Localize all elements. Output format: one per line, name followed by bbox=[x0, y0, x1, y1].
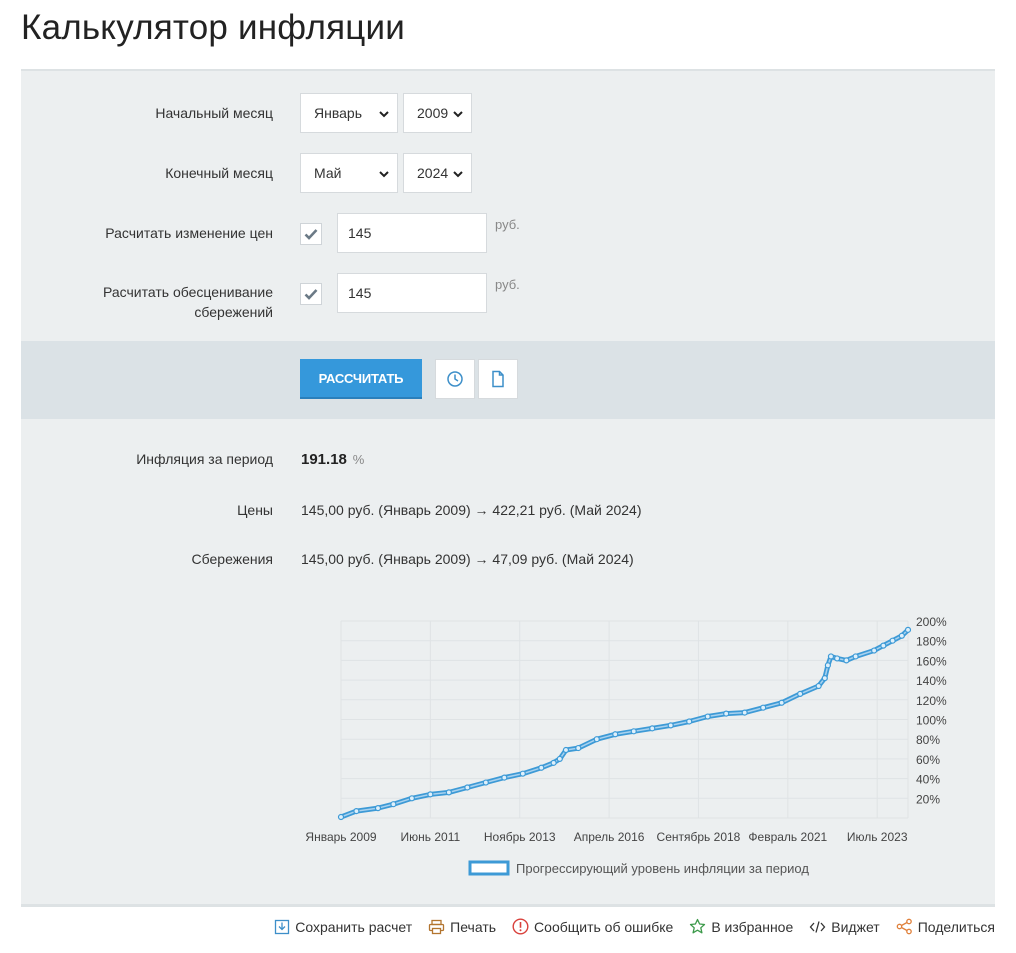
data-point bbox=[575, 744, 582, 752]
widget-link[interactable]: Виджет bbox=[809, 918, 880, 935]
chart-x-ticks: Январь 2009 Июнь 2011 Ноябрь 2013 Апрель 20… bbox=[305, 830, 907, 844]
data-point bbox=[760, 704, 767, 711]
legend-swatch bbox=[468, 860, 510, 876]
data-point bbox=[519, 770, 526, 777]
data-point bbox=[797, 690, 804, 697]
x-tick-label: Январь 2009 bbox=[305, 830, 376, 844]
data-point bbox=[427, 791, 434, 798]
data-point bbox=[649, 725, 656, 732]
data-point bbox=[834, 655, 841, 662]
y-tick-label: 180% bbox=[916, 635, 947, 649]
series-line bbox=[338, 627, 911, 820]
y-tick-label: 100% bbox=[916, 714, 947, 728]
data-point bbox=[556, 755, 563, 763]
legend-label: Прогрессирующий уровень инфляции за пери… bbox=[516, 861, 809, 876]
data-point bbox=[824, 662, 831, 669]
y-tick-label: 160% bbox=[916, 654, 947, 668]
data-point bbox=[408, 795, 415, 802]
data-point bbox=[374, 805, 382, 812]
chart-series bbox=[337, 626, 912, 821]
data-point bbox=[889, 637, 896, 644]
warning-circle-icon bbox=[512, 918, 529, 935]
data-point bbox=[880, 642, 887, 649]
y-tick-label: 40% bbox=[916, 773, 940, 787]
data-point bbox=[562, 746, 570, 754]
chart-y-ticks: 20% 40% 60% 80% 100% 120% 140% 160% 180% 200% bbox=[916, 615, 947, 806]
data-point bbox=[353, 808, 360, 815]
print-label: Печать bbox=[450, 918, 497, 935]
data-point bbox=[501, 774, 508, 781]
widget-label: Виджет bbox=[831, 918, 880, 935]
y-tick-label: 120% bbox=[916, 694, 947, 708]
data-point bbox=[852, 653, 859, 660]
y-tick-label: 200% bbox=[916, 615, 947, 629]
data-point bbox=[815, 682, 822, 690]
star-icon bbox=[690, 918, 706, 934]
share-label: Поделиться bbox=[917, 918, 995, 935]
code-icon bbox=[809, 920, 826, 933]
data-point bbox=[741, 709, 748, 716]
data-point bbox=[827, 653, 835, 660]
footer-links: Сохранить расчет Печать Сообщить об ошиб… bbox=[258, 918, 995, 935]
data-point bbox=[843, 657, 850, 664]
data-point bbox=[898, 632, 905, 639]
data-point bbox=[667, 722, 674, 729]
data-point bbox=[390, 801, 397, 808]
data-point bbox=[630, 728, 637, 735]
x-tick-label: Сентябрь 2018 bbox=[657, 830, 741, 844]
x-tick-label: Июль 2023 bbox=[847, 830, 908, 844]
printer-icon bbox=[429, 919, 445, 934]
data-point bbox=[904, 626, 912, 633]
x-tick-label: Июнь 2011 bbox=[401, 830, 461, 844]
save-calculation-link[interactable]: Сохранить расчет bbox=[274, 918, 412, 935]
favorite-link[interactable]: В избранное bbox=[689, 918, 793, 935]
y-tick-label: 60% bbox=[916, 753, 940, 767]
chart-legend: Прогрессирующий уровень инфляции за пери… bbox=[468, 860, 809, 876]
report-error-link[interactable]: Сообщить об ошибке bbox=[512, 918, 673, 935]
calculator-panel: Начальный месяц Январь 2009 Конечный мес… bbox=[21, 69, 995, 907]
data-point bbox=[686, 718, 693, 725]
data-point bbox=[538, 764, 545, 771]
report-error-label: Сообщить об ошибке bbox=[534, 918, 674, 935]
y-tick-label: 20% bbox=[916, 792, 940, 806]
y-tick-label: 80% bbox=[916, 733, 940, 747]
data-point bbox=[871, 647, 878, 654]
data-point bbox=[550, 759, 557, 766]
data-point bbox=[821, 675, 828, 682]
save-icon bbox=[275, 919, 290, 934]
x-tick-label: Апрель 2016 bbox=[574, 830, 645, 844]
page-title: Калькулятор инфляции bbox=[21, 8, 406, 47]
y-tick-label: 140% bbox=[916, 674, 947, 688]
save-calculation-label: Сохранить расчет bbox=[295, 918, 413, 935]
data-point bbox=[482, 779, 489, 786]
share-link[interactable]: Поделиться bbox=[896, 918, 995, 935]
data-point bbox=[704, 713, 711, 720]
series-line-highlight bbox=[340, 629, 909, 818]
inflation-chart: 20% 40% 60% 80% 100% 120% 140% 160% 180% 200% Янв… bbox=[305, 615, 947, 876]
data-point bbox=[464, 784, 471, 791]
data-point bbox=[445, 789, 452, 796]
favorite-label: В избранное bbox=[711, 918, 794, 935]
data-point bbox=[723, 710, 730, 717]
data-point bbox=[337, 813, 345, 821]
x-tick-label: Ноябрь 2013 bbox=[484, 830, 556, 844]
print-link[interactable]: Печать bbox=[428, 918, 496, 935]
data-point bbox=[593, 736, 600, 743]
share-icon bbox=[896, 918, 912, 935]
data-point bbox=[778, 699, 785, 706]
data-point bbox=[612, 731, 619, 738]
chart-grid bbox=[340, 620, 909, 819]
x-tick-label: Февраль 2021 bbox=[748, 830, 827, 844]
